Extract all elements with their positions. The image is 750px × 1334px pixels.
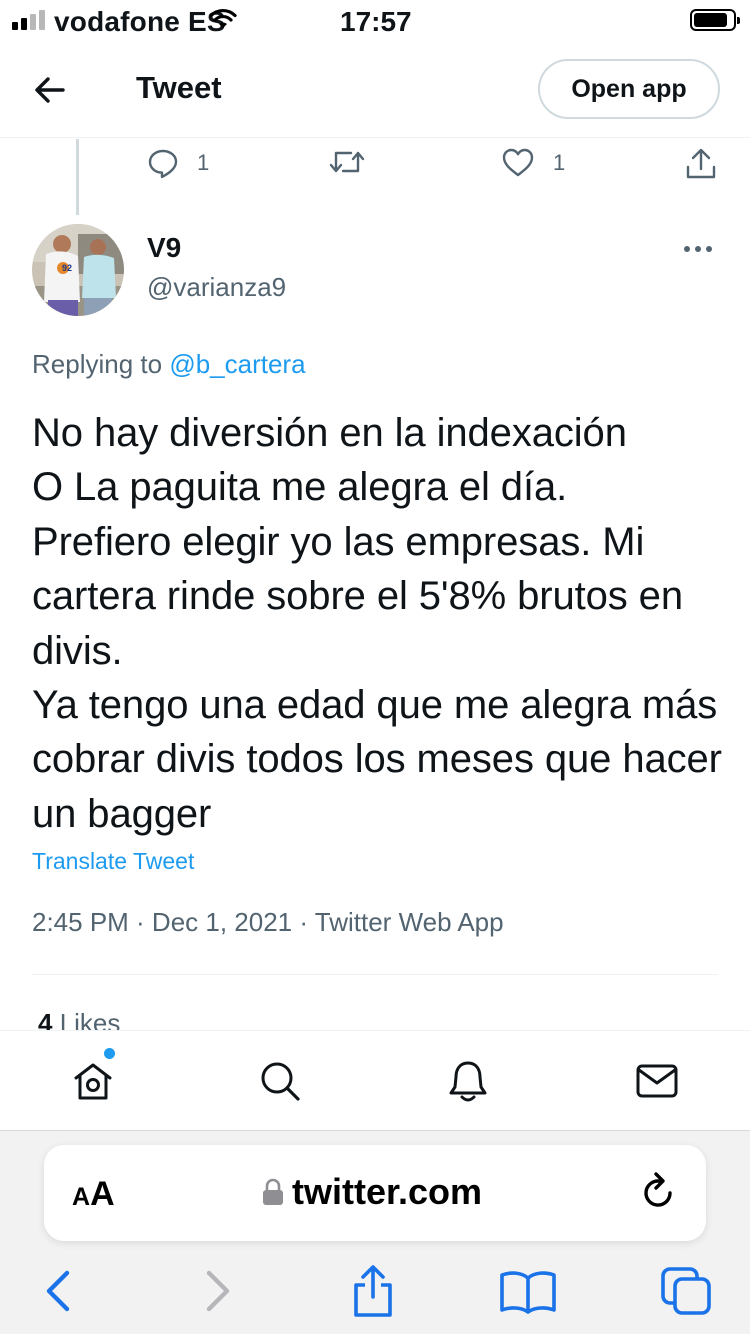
domain-text: twitter.com	[292, 1171, 483, 1212]
bell-icon	[449, 1061, 487, 1102]
user-handle[interactable]: @varianza9	[147, 272, 286, 303]
lock-icon	[263, 1178, 283, 1205]
more-dot	[706, 246, 712, 252]
safari-toolbar: AA twitter.com	[0, 1130, 750, 1334]
likes-count: 4	[38, 1008, 53, 1030]
carrier-name: vodafone ES	[54, 6, 226, 37]
back-button[interactable]	[28, 68, 72, 112]
top-header: Tweet Open app	[0, 40, 750, 138]
wifi-icon	[208, 8, 238, 37]
back-icon	[46, 1270, 70, 1312]
reply-count: 1	[197, 150, 210, 175]
svg-text:92: 92	[62, 263, 72, 273]
share-icon	[354, 1265, 392, 1317]
share-action[interactable]	[685, 147, 717, 181]
likes-summary[interactable]: 4 Likes	[38, 1008, 120, 1030]
signal-icon	[12, 10, 45, 30]
tweet-timestamp[interactable]: 2:45 PM · Dec 1, 2021 · Twitter Web App	[32, 907, 504, 938]
more-options-button[interactable]	[684, 240, 712, 258]
address-bar[interactable]: AA twitter.com	[44, 1145, 706, 1241]
twitter-bottom-nav	[0, 1030, 750, 1130]
retweet-icon	[329, 151, 365, 173]
avatar[interactable]: 92	[32, 224, 124, 316]
reload-button[interactable]	[638, 1171, 678, 1218]
nav-home[interactable]	[67, 1055, 119, 1107]
url-display[interactable]: twitter.com	[262, 1171, 482, 1213]
arrow-left-icon	[35, 77, 65, 103]
status-bar: vodafone ES 17:57	[0, 0, 750, 40]
forward-icon	[206, 1270, 230, 1312]
tabs-icon	[661, 1267, 711, 1315]
browser-tabs-button[interactable]	[656, 1261, 716, 1321]
browser-back-button[interactable]	[28, 1261, 88, 1321]
nav-messages[interactable]	[631, 1055, 683, 1107]
new-content-dot	[104, 1048, 115, 1059]
replying-prefix: Replying to	[32, 349, 170, 379]
reload-icon	[644, 1172, 672, 1207]
likes-label: Likes	[52, 1008, 121, 1030]
browser-forward-button[interactable]	[188, 1261, 248, 1321]
reply-action[interactable]: 1	[147, 147, 209, 179]
replying-to-link[interactable]: @b_cartera	[169, 349, 305, 379]
browser-bookmarks-button[interactable]	[498, 1261, 558, 1321]
page-title: Tweet	[136, 70, 222, 105]
divider	[32, 974, 718, 975]
home-icon	[74, 1063, 112, 1100]
replying-to: Replying to @b_cartera	[32, 349, 306, 380]
bookmarks-icon	[500, 1271, 556, 1314]
display-name[interactable]: V9	[147, 232, 181, 264]
retweet-action[interactable]	[329, 147, 383, 177]
reply-icon	[148, 149, 178, 179]
tweet-text: No hay diversión en la indexación O La p…	[32, 411, 722, 836]
previous-tweet-actions: 1 1	[0, 139, 750, 191]
search-icon	[261, 1062, 300, 1101]
share-icon	[686, 148, 716, 179]
mail-icon	[636, 1064, 678, 1098]
heart-icon	[502, 148, 534, 177]
status-time: 17:57	[340, 6, 412, 37]
nav-search[interactable]	[254, 1055, 306, 1107]
more-dot	[684, 246, 690, 252]
open-app-button[interactable]: Open app	[538, 59, 720, 119]
browser-share-button[interactable]	[343, 1261, 403, 1321]
more-dot	[695, 246, 701, 252]
like-action[interactable]: 1	[501, 147, 565, 179]
nav-notifications[interactable]	[442, 1055, 494, 1107]
battery-icon	[690, 9, 740, 31]
translate-tweet-link[interactable]: Translate Tweet	[32, 848, 194, 875]
reader-options-button[interactable]: AA	[72, 1175, 115, 1214]
like-count: 1	[553, 150, 566, 175]
